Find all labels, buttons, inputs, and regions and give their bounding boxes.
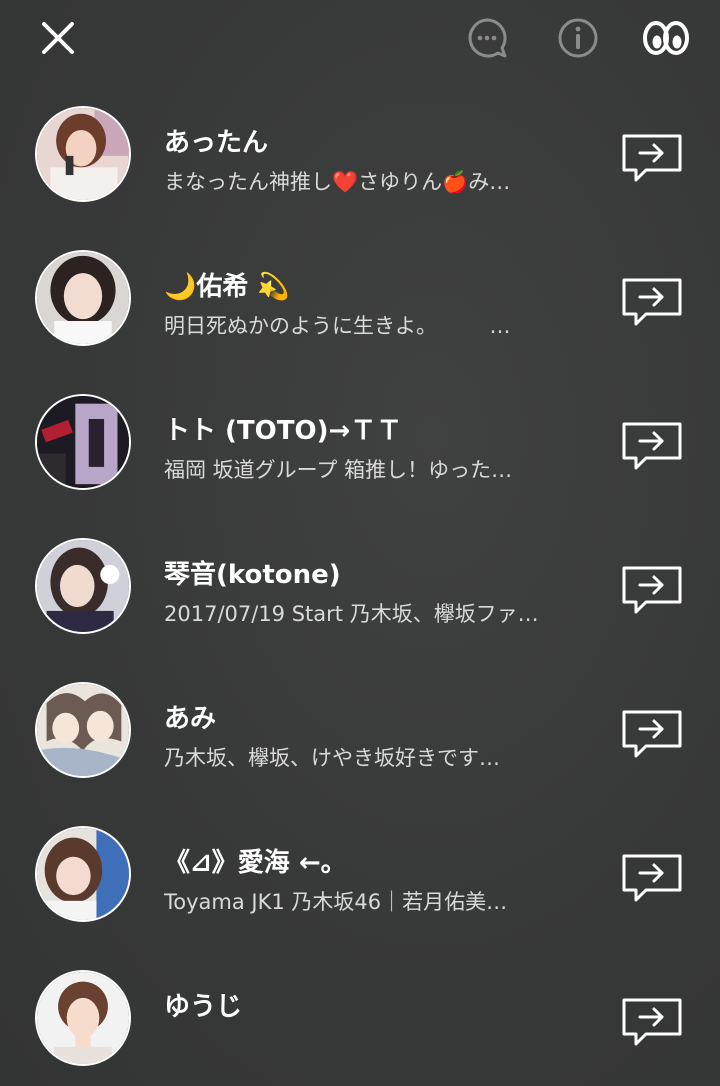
share-arrow-icon — [622, 854, 682, 902]
share-arrow-icon — [622, 566, 682, 614]
follow-eyes-button[interactable] — [642, 14, 690, 62]
friend-name: 🌙佑希 💫 — [164, 272, 290, 302]
avatar-image — [37, 396, 129, 488]
friend-status: 明日死ぬかのように生きよ。 … — [164, 314, 511, 338]
friend-row[interactable]: ゆうじ — [0, 946, 720, 1086]
eyes-icon — [643, 21, 689, 55]
friend-name: トト (TOTO)→ＴＴ — [164, 416, 403, 446]
close-icon — [42, 22, 74, 54]
top-bar — [0, 0, 720, 76]
share-arrow-icon — [622, 998, 682, 1046]
avatar[interactable] — [35, 826, 131, 922]
share-profile-button[interactable] — [620, 276, 684, 328]
close-button[interactable] — [34, 14, 82, 62]
avatar[interactable] — [35, 682, 131, 778]
avatar-image — [37, 684, 129, 776]
info-button[interactable] — [554, 14, 602, 62]
share-arrow-icon — [622, 278, 682, 326]
avatar[interactable] — [35, 538, 131, 634]
friend-row[interactable]: 《⊿》愛海 ←。 Toyama JK1 乃木坂46｜若月佑美… — [0, 802, 720, 946]
friend-name: あみ — [164, 704, 217, 734]
share-profile-button[interactable] — [620, 420, 684, 472]
avatar[interactable] — [35, 394, 131, 490]
chat-bubble-icon — [468, 18, 507, 58]
share-profile-button[interactable] — [620, 852, 684, 904]
friend-name: あったん — [164, 128, 269, 158]
chat-button[interactable] — [463, 14, 511, 62]
share-profile-button[interactable] — [620, 132, 684, 184]
friend-row[interactable]: あったん まなったん神推し❤️さゆりん🍎み… — [0, 82, 720, 226]
friend-status: 2017/07/19 Start 乃木坂、欅坂ファ… — [164, 602, 539, 626]
avatar-image — [37, 540, 129, 632]
share-arrow-icon — [622, 134, 682, 182]
friend-list-screen: あったん まなったん神推し❤️さゆりん🍎み… 🌙佑希 💫 明日死ぬかのように生き… — [0, 0, 720, 1086]
friend-row[interactable]: 琴音(kotone) 2017/07/19 Start 乃木坂、欅坂ファ… — [0, 514, 720, 658]
friend-row[interactable]: 🌙佑希 💫 明日死ぬかのように生きよ。 … — [0, 226, 720, 370]
avatar-image — [37, 972, 129, 1064]
avatar[interactable] — [35, 970, 131, 1066]
friend-status: 福岡 坂道グループ 箱推し！ゆった… — [164, 458, 513, 482]
share-arrow-icon — [622, 710, 682, 758]
share-profile-button[interactable] — [620, 996, 684, 1048]
share-profile-button[interactable] — [620, 564, 684, 616]
friend-name: 琴音(kotone) — [164, 560, 341, 590]
friend-status: Toyama JK1 乃木坂46｜若月佑美… — [164, 890, 508, 914]
share-arrow-icon — [622, 422, 682, 470]
friend-list: あったん まなったん神推し❤️さゆりん🍎み… 🌙佑希 💫 明日死ぬかのように生き… — [0, 82, 720, 1086]
friend-row[interactable]: あみ 乃木坂、欅坂、けやき坂好きです… — [0, 658, 720, 802]
avatar[interactable] — [35, 250, 131, 346]
friend-name: ゆうじ — [164, 992, 243, 1022]
friend-status: 乃木坂、欅坂、けやき坂好きです… — [164, 746, 500, 770]
share-profile-button[interactable] — [620, 708, 684, 760]
avatar-image — [37, 252, 129, 344]
avatar-image — [37, 828, 129, 920]
friend-status: まなったん神推し❤️さゆりん🍎み… — [164, 170, 511, 194]
friend-row[interactable]: トト (TOTO)→ＴＴ 福岡 坂道グループ 箱推し！ゆった… — [0, 370, 720, 514]
info-icon — [558, 18, 598, 58]
friend-name: 《⊿》愛海 ←。 — [164, 848, 347, 878]
avatar-image — [37, 108, 129, 200]
avatar[interactable] — [35, 106, 131, 202]
